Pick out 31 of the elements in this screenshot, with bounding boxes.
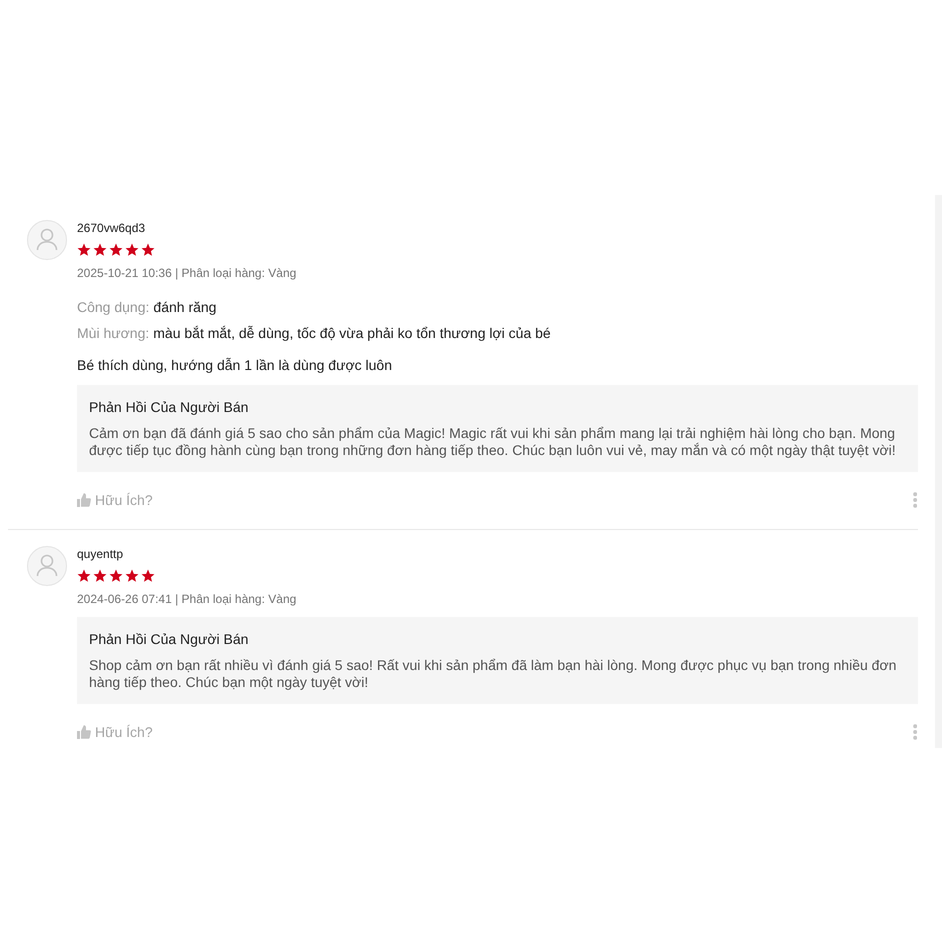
attribute-label: Mùi hương:: [77, 324, 150, 343]
star-icon: [109, 243, 123, 257]
avatar-icon: [27, 220, 67, 260]
more-options-icon[interactable]: [912, 724, 917, 740]
avatar-icon: [27, 546, 67, 586]
more-options-icon[interactable]: [912, 492, 917, 508]
star-icon: [93, 243, 107, 257]
star-icon: [141, 243, 155, 257]
thumbs-up-icon: [77, 493, 91, 507]
username: quyenttp: [77, 546, 124, 562]
username: 2670vw6qd3: [77, 220, 146, 236]
reply-text: Cảm ơn bạn đã đánh giá 5 sao cho sản phẩm của Magic! Magic rất vui khi sản phẩm mang lại trải nghiệm hài lòng cho bạn. Mong được tiếp tục đồng hành cùng bạn trong những đơn hàng tiếp theo. Chúc bạn luôn vui vẻ, may mắn và có một ngày thật tuyệt vời!: [89, 425, 897, 459]
reply-title: Phản Hồi Của Người Bán: [89, 398, 248, 417]
star-icon: [125, 243, 139, 257]
review-comment: Bé thích dùng, hướng dẫn 1 lần là dùng được luôn: [77, 356, 392, 375]
thumbs-up-icon: [77, 725, 91, 739]
attribute-value: đánh răng: [153, 298, 216, 317]
star-icon: [77, 569, 91, 583]
reply-text: Shop cảm ơn bạn rất nhiều vì đánh giá 5 sao! Rất vui khi sản phẩm đã làm bạn hài lòng. Mong được phục vụ bạn trong nhiều đơn hàng tiếp theo. Chúc bạn một ngày tuyệt vời!: [89, 657, 898, 691]
star-icon: [141, 569, 155, 583]
helpful-button[interactable]: Hữu Ích?: [77, 722, 153, 742]
attribute-label: Công dụng:: [77, 298, 150, 317]
review-date-variation: 2024-06-26 07:41 | Phân loại hàng: Vàng: [77, 591, 296, 607]
star-icon: [77, 243, 91, 257]
star-icon: [109, 569, 123, 583]
attribute-value: màu bắt mắt, dễ dùng, tốc độ vừa phải ko tổn thương lợi của bé: [153, 324, 551, 343]
review-date-variation: 2025-10-21 10:36 | Phân loại hàng: Vàng: [77, 265, 296, 281]
helpful-button[interactable]: Hữu Ích?: [77, 490, 153, 510]
reply-title: Phản Hồi Của Người Bán: [89, 630, 248, 649]
star-icon: [125, 569, 139, 583]
star-icon: [93, 569, 107, 583]
